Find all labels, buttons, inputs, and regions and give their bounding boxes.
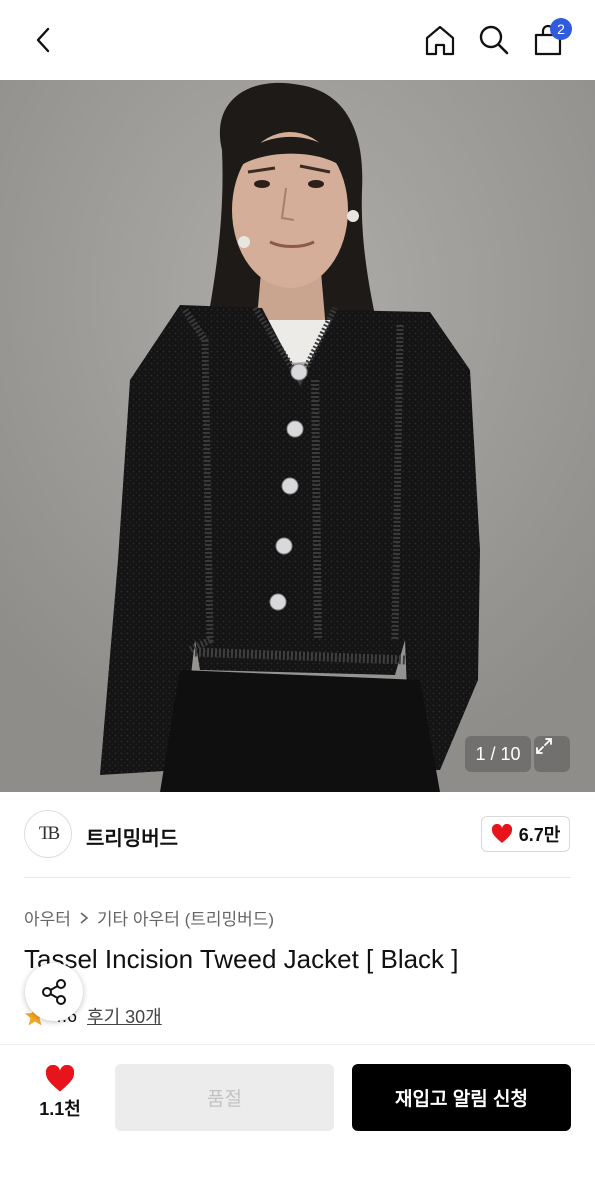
brand-logo-text: TB <box>38 823 60 844</box>
cart-count-badge: 2 <box>550 18 572 40</box>
share-button[interactable] <box>25 963 83 1021</box>
search-icon <box>479 25 509 55</box>
cart-button[interactable]: 2 <box>528 18 572 60</box>
reviews-link[interactable]: 후기 30개 <box>87 1003 162 1029</box>
brand-like-button[interactable]: 6.7만 <box>481 816 570 852</box>
brand-like-count: 6.7만 <box>518 825 561 845</box>
home-button[interactable] <box>420 20 460 60</box>
brand-row: TB 트리밍버드 6.7만 <box>0 792 595 878</box>
heart-icon <box>491 824 512 843</box>
share-icon <box>42 979 66 1005</box>
breadcrumb: 아우터 기타 아우터 (트리밍버드) <box>24 905 274 930</box>
home-icon <box>425 25 455 56</box>
product-title: Tassel Incision Tweed Jacket [ Black ] <box>24 944 459 974</box>
product-photo <box>0 80 595 792</box>
brand-logo[interactable]: TB <box>24 810 72 858</box>
expand-image-button[interactable] <box>534 736 570 772</box>
bottom-action-bar: 1.1천 품절 재입고 알림 신청 <box>0 1044 595 1200</box>
soldout-button: 품절 <box>115 1064 334 1131</box>
search-button[interactable] <box>474 20 514 60</box>
chevron-left-icon <box>36 27 50 53</box>
divider <box>24 877 571 878</box>
product-image-carousel[interactable]: 1 / 10 <box>0 80 595 792</box>
back-button[interactable] <box>24 20 64 60</box>
wishlist-count: 1.1천 <box>39 1099 81 1119</box>
restock-alert-button[interactable]: 재입고 알림 신청 <box>352 1064 571 1131</box>
wishlist-button[interactable]: 1.1천 <box>24 1065 96 1135</box>
heart-icon <box>45 1065 75 1092</box>
expand-icon <box>536 738 552 754</box>
top-bar: 2 <box>0 0 595 80</box>
image-pager: 1 / 10 <box>465 736 531 772</box>
brand-name[interactable]: 트리밍버드 <box>86 822 178 851</box>
breadcrumb-subcategory[interactable]: 기타 아우터 (트리밍버드) <box>97 905 274 930</box>
chevron-right-icon <box>80 911 89 924</box>
breadcrumb-category[interactable]: 아우터 <box>24 905 71 930</box>
